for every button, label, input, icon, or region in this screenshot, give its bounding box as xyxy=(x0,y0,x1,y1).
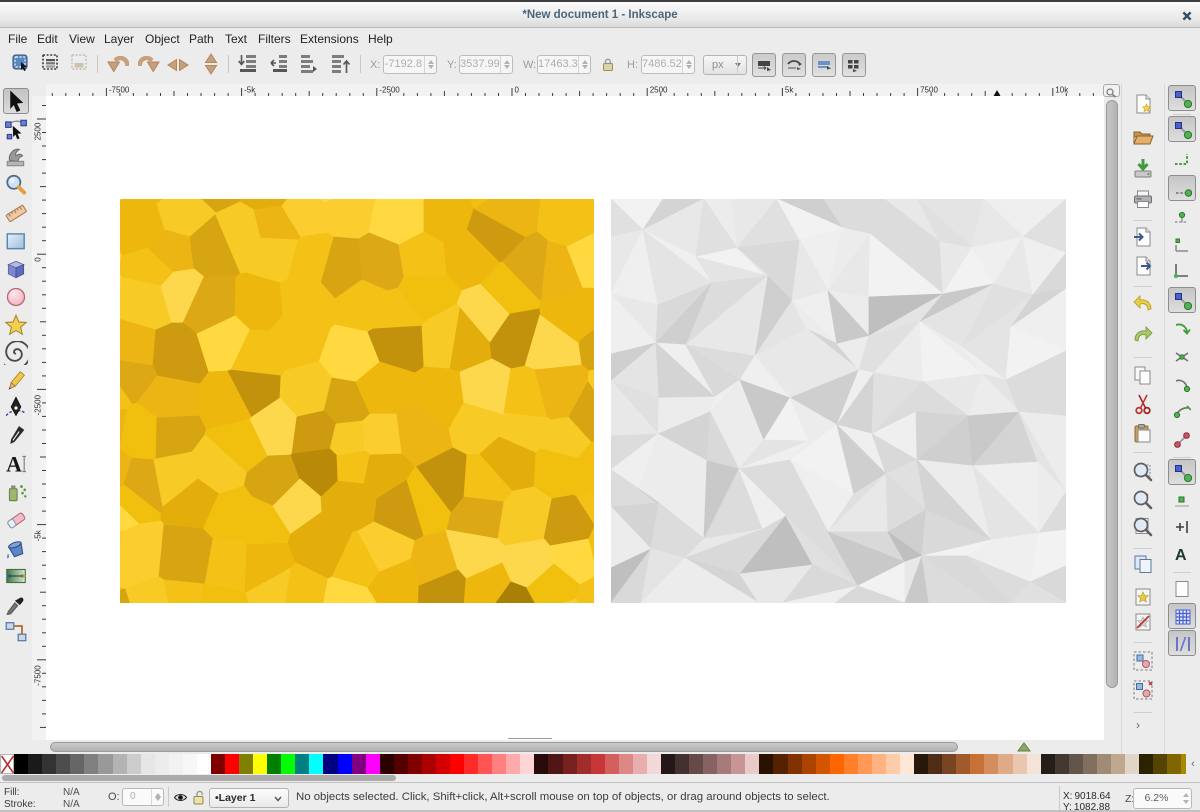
svg-text:A: A xyxy=(1175,547,1187,563)
svg-text:7500: 7500 xyxy=(920,86,938,95)
svg-text:-2500: -2500 xyxy=(34,394,43,415)
svg-text:2500: 2500 xyxy=(34,122,43,140)
svg-text:10k: 10k xyxy=(1055,86,1069,95)
svg-text:-5k: -5k xyxy=(34,529,43,541)
svg-text:-7500: -7500 xyxy=(109,86,130,95)
svg-text:5k: 5k xyxy=(785,86,794,95)
svg-text:0: 0 xyxy=(515,86,520,95)
svg-text:-5k: -5k xyxy=(244,86,256,95)
svg-text:2500: 2500 xyxy=(650,86,668,95)
svg-text:0: 0 xyxy=(34,257,43,262)
svg-text:-2500: -2500 xyxy=(379,86,400,95)
svg-text:A: A xyxy=(6,453,22,476)
svg-text:-7500: -7500 xyxy=(34,665,43,686)
